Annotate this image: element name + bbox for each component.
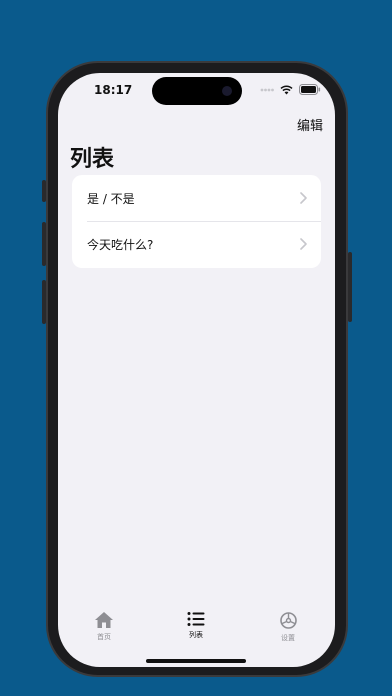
status-bar: 18:17 — [58, 73, 335, 109]
battery-icon — [299, 84, 321, 95]
status-icons — [260, 84, 321, 95]
chevron-right-icon — [300, 192, 307, 204]
home-indicator[interactable] — [146, 659, 246, 663]
wifi-icon — [280, 84, 293, 94]
signal-dots-icon — [260, 88, 274, 91]
dynamic-island — [152, 77, 242, 105]
power-button — [348, 252, 352, 322]
tab-list-label: 列表 — [189, 631, 203, 639]
chevron-right-icon — [300, 238, 307, 250]
list-item[interactable]: 是 / 不是 — [72, 175, 321, 221]
edit-button[interactable]: 编辑 — [297, 115, 323, 134]
list-item-label: 是 / 不是 — [87, 191, 135, 206]
volume-down-button — [42, 280, 46, 324]
camera-icon — [222, 86, 232, 96]
tab-settings-label: 设置 — [281, 634, 295, 642]
list-item-label: 今天吃什么? — [87, 237, 154, 252]
volume-up-button — [42, 222, 46, 266]
list-card: 是 / 不是 今天吃什么? — [72, 175, 321, 268]
app-screen: 18:17 编辑 列表 是 / 不是 今天吃什么? 首页 列表 设置 — [58, 73, 335, 667]
tab-home-label: 首页 — [97, 633, 111, 641]
home-icon — [95, 612, 113, 628]
tab-settings[interactable]: 设置 — [258, 611, 318, 643]
page-title: 列表 — [70, 147, 115, 172]
gear-icon — [279, 612, 297, 629]
status-time: 18:17 — [94, 83, 133, 97]
tab-list[interactable]: 列表 — [166, 611, 226, 640]
list-icon — [187, 612, 205, 626]
list-item[interactable]: 今天吃什么? — [72, 221, 321, 267]
silent-switch — [42, 180, 46, 202]
tab-home[interactable]: 首页 — [74, 611, 134, 642]
tab-bar: 首页 列表 设置 — [58, 597, 335, 667]
